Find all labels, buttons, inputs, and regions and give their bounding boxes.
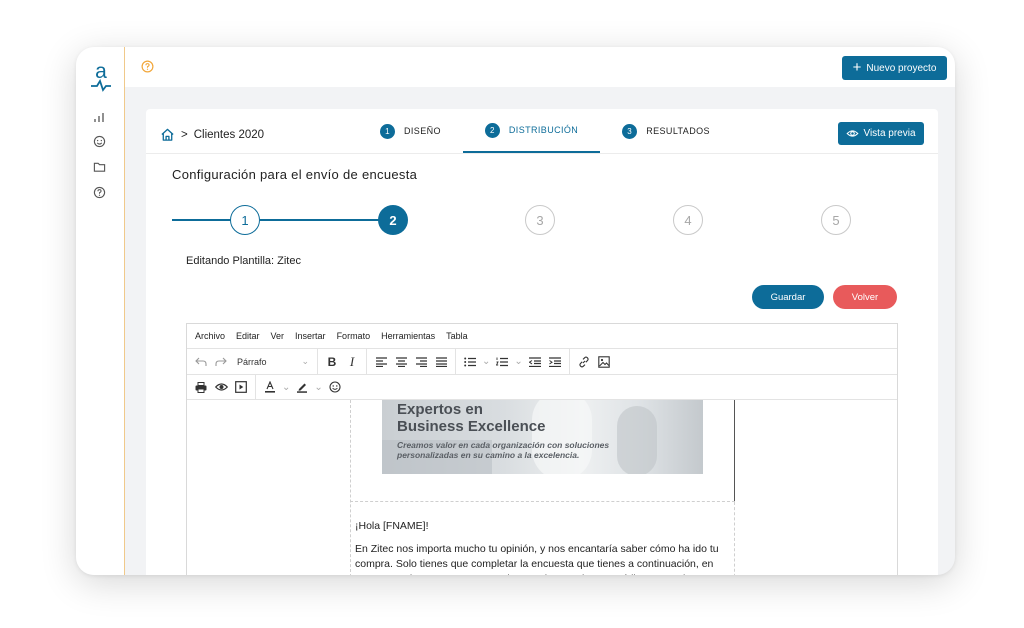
toolbar-divider <box>568 348 570 375</box>
help-icon[interactable] <box>141 60 154 73</box>
sidebar: a <box>76 47 125 575</box>
banner-title: Expertos en <box>397 401 483 418</box>
menu-formato[interactable]: Formato <box>337 331 371 341</box>
tab-number: 3 <box>622 123 638 139</box>
indent-icon[interactable] <box>547 353 563 371</box>
editing-template-label: Editando Plantilla: Zitec <box>186 255 301 267</box>
folder-icon[interactable] <box>91 159 107 175</box>
menu-ver[interactable]: Ver <box>271 331 285 341</box>
bullet-list-icon[interactable] <box>462 353 478 371</box>
breadcrumb: > Clientes 2020 <box>160 127 264 142</box>
menu-tabla[interactable]: Tabla <box>446 331 468 341</box>
italic-icon[interactable]: I <box>344 353 360 371</box>
email-header-divider <box>350 501 735 502</box>
chevron-down-icon[interactable]: ⌄ <box>482 353 490 371</box>
tabs-divider <box>146 153 938 154</box>
step-3[interactable]: 3 <box>525 205 555 235</box>
chevron-down-icon: ⌄ <box>301 356 309 366</box>
media-icon[interactable] <box>233 378 249 396</box>
rich-text-editor: Archivo Editar Ver Insertar Formato Herr… <box>186 323 898 575</box>
home-icon[interactable] <box>160 127 175 142</box>
editor-content[interactable]: Expertos en Business Excellence Creamos … <box>187 400 897 575</box>
align-left-icon[interactable] <box>373 353 389 371</box>
help-icon[interactable] <box>91 184 107 200</box>
chevron-down-icon[interactable]: ⌄ <box>514 353 522 371</box>
redo-icon[interactable] <box>213 353 229 371</box>
svg-text:a: a <box>95 60 107 83</box>
preview-label: Vista previa <box>863 128 916 139</box>
breadcrumb-item[interactable]: Clientes 2020 <box>194 129 264 141</box>
editor-toolbar-1: Párrafo ⌄ B I ⌄ ⌄ <box>187 348 897 375</box>
tab-resultados[interactable]: 3 RESULTADOS <box>600 109 722 153</box>
step-5[interactable]: 5 <box>821 205 851 235</box>
breadcrumb-separator: > <box>181 128 188 141</box>
top-bar: + Nuevo proyecto D <box>125 47 955 87</box>
link-icon[interactable] <box>576 353 592 371</box>
align-justify-icon[interactable] <box>433 353 449 371</box>
page-title: Configuración para el envío de encuesta <box>172 167 418 182</box>
tab-label: RESULTADOS <box>646 126 710 136</box>
email-greeting: ¡Hola [FNAME]! <box>355 520 429 532</box>
email-body: En Zitec nos importa mucho tu opinión, y… <box>355 543 719 575</box>
bar-chart-icon[interactable] <box>91 109 107 125</box>
banner-title: Business Excellence <box>397 418 546 435</box>
chevron-down-icon[interactable]: ⌄ <box>282 378 290 396</box>
align-center-icon[interactable] <box>393 353 409 371</box>
stepper: 1 2 3 4 5 <box>172 203 872 237</box>
eye-icon <box>846 130 859 137</box>
tab-diseno[interactable]: 1 DISEÑO <box>368 109 463 153</box>
menu-insertar[interactable]: Insertar <box>295 331 326 341</box>
app-window: a + Nuevo proyecto D > Clientes 2020 <box>76 47 955 575</box>
stepper-line <box>260 219 382 221</box>
tab-distribucion[interactable]: 2 DISTRIBUCIÓN <box>462 109 601 153</box>
new-project-button[interactable]: + Nuevo proyecto <box>842 56 947 80</box>
menu-archivo[interactable]: Archivo <box>195 331 225 341</box>
undo-icon[interactable] <box>193 353 209 371</box>
print-icon[interactable] <box>193 378 209 396</box>
tab-number: 1 <box>380 123 395 139</box>
app-logo[interactable]: a <box>88 59 114 93</box>
text-color-icon[interactable] <box>262 378 278 396</box>
toolbar-divider <box>366 348 367 375</box>
smiley-icon[interactable] <box>91 133 107 149</box>
paragraph-select-value: Párrafo <box>237 356 267 367</box>
banner-subtitle: Creamos valor en cada organización con s… <box>397 440 610 450</box>
email-border <box>350 400 351 575</box>
align-right-icon[interactable] <box>413 353 429 371</box>
editor-menubar: Archivo Editar Ver Insertar Formato Herr… <box>187 324 897 348</box>
new-project-label: Nuevo proyecto <box>866 62 937 74</box>
tabs: 1 DISEÑO 2 DISTRIBUCIÓN 3 RESULTADOS <box>368 109 722 153</box>
menu-editar[interactable]: Editar <box>236 331 260 341</box>
numbered-list-icon[interactable] <box>494 353 510 371</box>
email-border <box>734 400 735 502</box>
preview-eye-icon[interactable] <box>213 378 229 396</box>
bold-icon[interactable]: B <box>324 353 340 371</box>
step-2[interactable]: 2 <box>378 205 408 235</box>
toolbar-divider <box>317 348 318 375</box>
toolbar-divider <box>255 374 256 400</box>
step-4[interactable]: 4 <box>673 205 703 235</box>
plus-icon: + <box>852 59 862 76</box>
image-icon[interactable] <box>596 353 612 371</box>
save-button[interactable]: Guardar <box>752 285 824 309</box>
tab-number: 2 <box>484 122 500 138</box>
stepper-line <box>172 219 232 221</box>
tab-label: DISEÑO <box>404 126 441 136</box>
editor-toolbar-2: ⌄ ⌄ <box>187 374 897 400</box>
emoji-icon[interactable] <box>327 378 343 396</box>
menu-herramientas[interactable]: Herramientas <box>381 331 435 341</box>
tab-label: DISTRIBUCIÓN <box>508 125 579 135</box>
main-card: > Clientes 2020 1 DISEÑO 2 DISTRIBUCIÓN … <box>146 109 938 575</box>
chevron-down-icon[interactable]: ⌄ <box>314 378 322 396</box>
email-border <box>734 502 735 575</box>
preview-button[interactable]: Vista previa <box>838 122 924 145</box>
step-1[interactable]: 1 <box>230 205 260 235</box>
toolbar-divider <box>455 348 456 375</box>
highlight-icon[interactable] <box>294 378 310 396</box>
back-button[interactable]: Volver <box>833 285 897 309</box>
email-banner-image: Expertos en Business Excellence Creamos … <box>382 400 703 474</box>
banner-subtitle: personalizadas en su camino a la excelen… <box>397 450 580 460</box>
outdent-icon[interactable] <box>527 353 543 371</box>
paragraph-select[interactable]: Párrafo ⌄ <box>233 356 313 367</box>
